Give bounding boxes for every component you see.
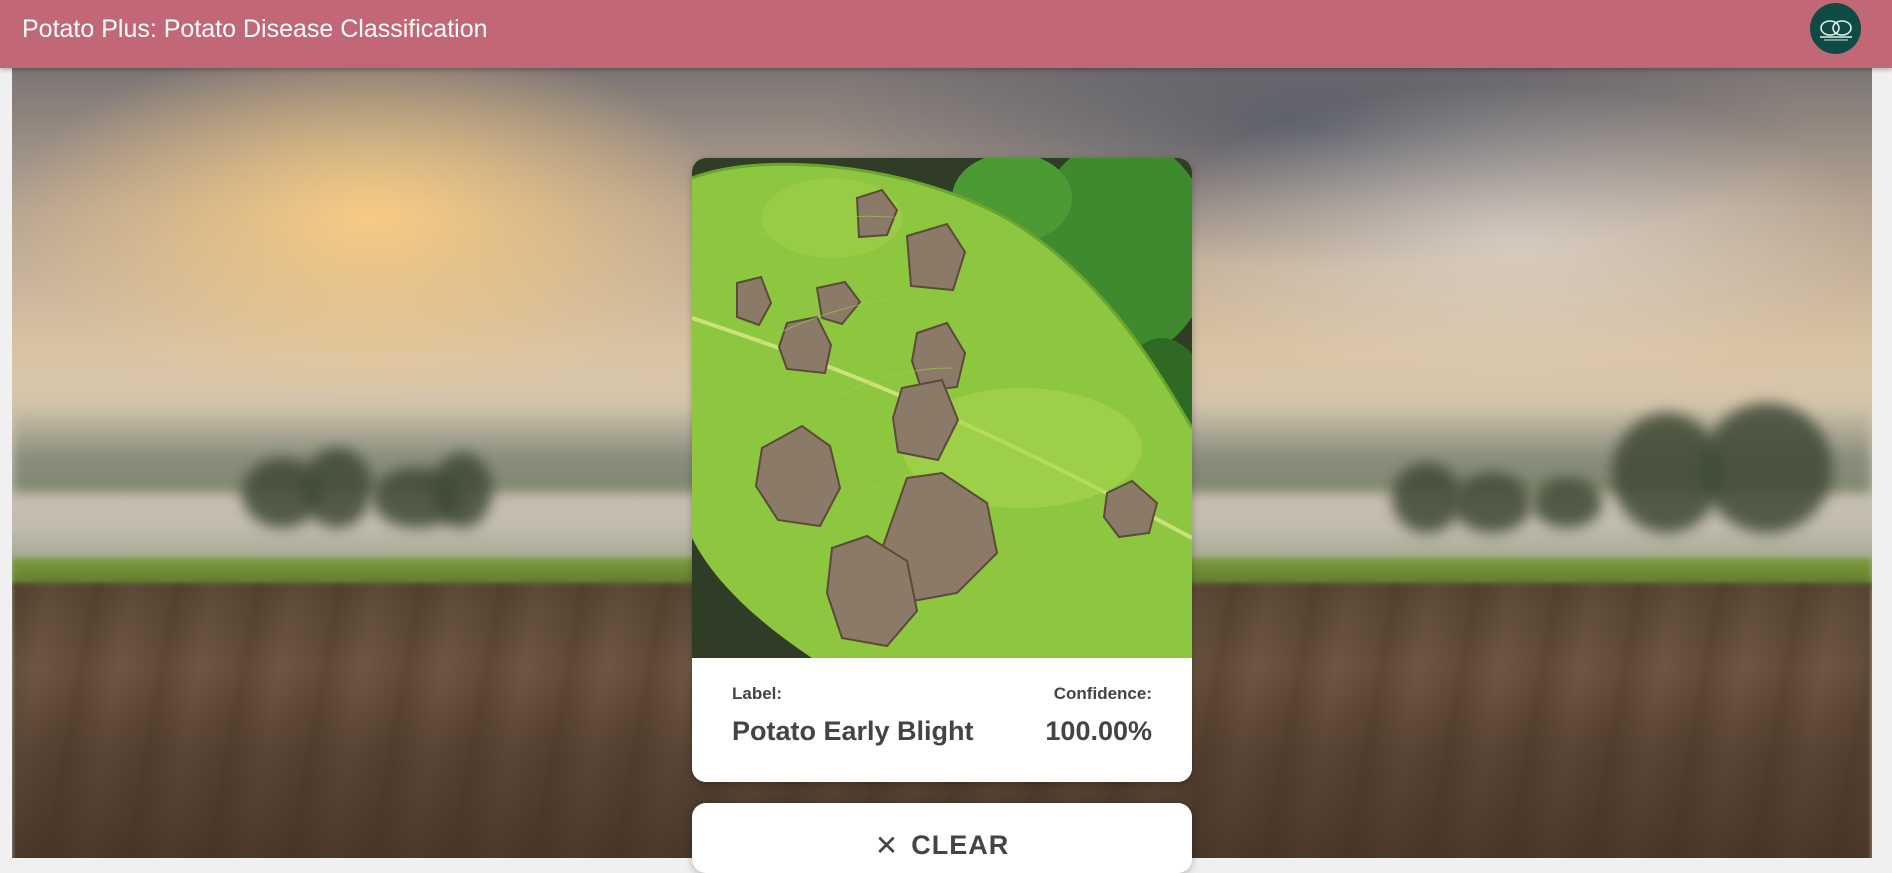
app-bar: Potato Plus: Potato Disease Classificati… bbox=[0, 0, 1892, 68]
label-caption: Label: bbox=[732, 684, 783, 703]
confidence-value: 100.00% bbox=[1045, 716, 1152, 746]
clear-button[interactable]: ✕ CLEAR bbox=[692, 803, 1192, 873]
potato-logo-icon[interactable] bbox=[1810, 3, 1861, 54]
potato-leaf-early-blight-image bbox=[692, 158, 1192, 658]
app-title: Potato Plus: Potato Disease Classificati… bbox=[22, 15, 488, 43]
prediction-card: Label: Confidence: Potato Early Blight 1… bbox=[692, 158, 1192, 782]
prediction-result: Label: Confidence: Potato Early Blight 1… bbox=[692, 658, 1192, 782]
confidence-caption: Confidence: bbox=[1053, 684, 1152, 703]
clear-label: CLEAR bbox=[911, 830, 1010, 860]
close-icon: ✕ bbox=[874, 830, 900, 861]
label-value: Potato Early Blight bbox=[732, 716, 974, 746]
